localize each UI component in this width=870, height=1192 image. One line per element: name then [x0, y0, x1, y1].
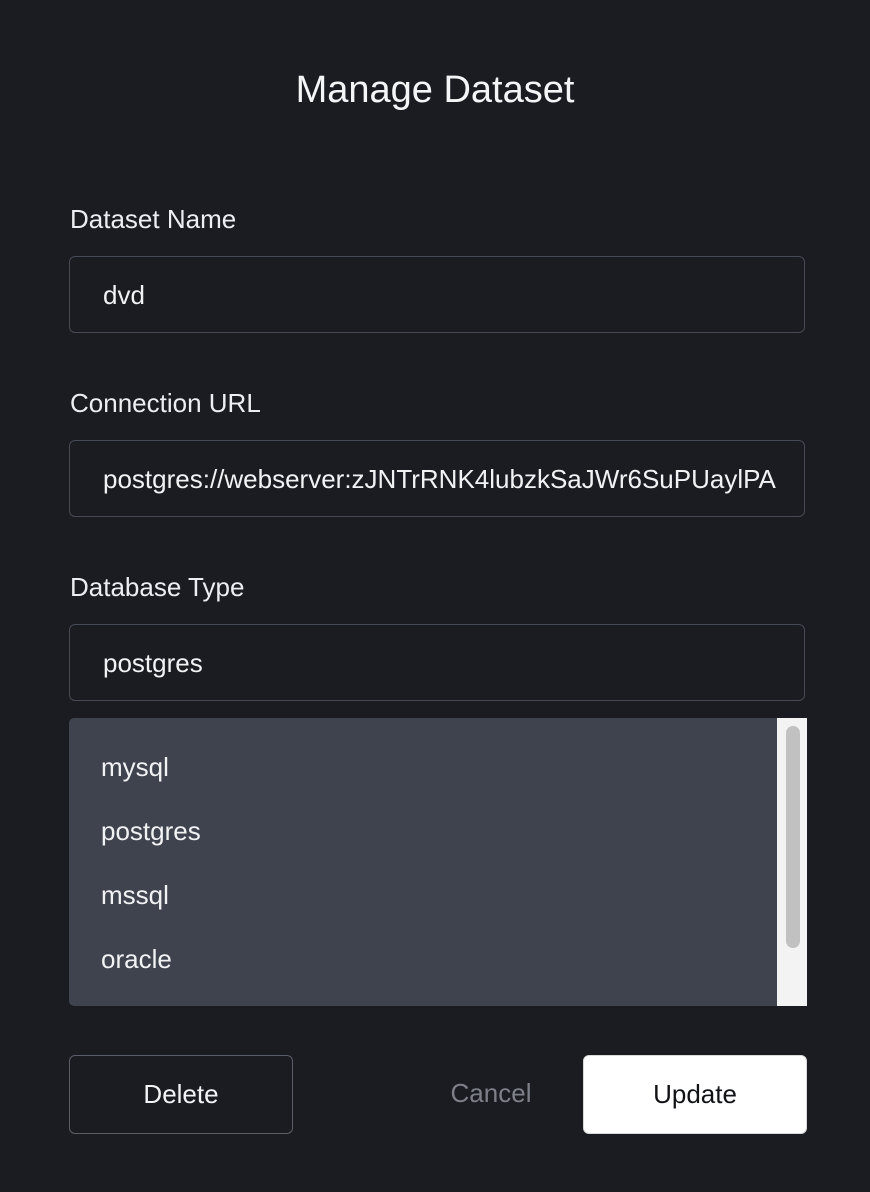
option-oracle[interactable]: oracle — [101, 943, 172, 975]
dataset-name-value: dvd — [103, 280, 145, 310]
connection-url-value: postgres://webserver:zJNTrRNK4lubzkSaJWr… — [103, 464, 776, 494]
option-postgres[interactable]: postgres — [101, 815, 201, 847]
option-mysql[interactable]: mysql — [101, 751, 169, 783]
dataset-name-label: Dataset Name — [70, 204, 237, 234]
dialog-title: Manage Dataset — [295, 69, 575, 111]
delete-button[interactable]: Delete — [69, 1055, 293, 1134]
database-type-select[interactable]: postgres — [69, 624, 805, 701]
connection-url-input[interactable]: postgres://webserver:zJNTrRNK4lubzkSaJWr… — [69, 440, 805, 517]
update-button[interactable]: Update — [583, 1055, 807, 1134]
connection-url-label: Connection URL — [70, 388, 261, 418]
database-type-value: postgres — [103, 648, 203, 678]
scrollbar-thumb[interactable] — [786, 726, 800, 948]
manage-dataset-dialog: Manage Dataset Dataset Name dvd Connecti… — [0, 0, 870, 1192]
database-type-options: mysql postgres mssql oracle — [69, 718, 807, 1006]
dataset-name-input[interactable]: dvd — [69, 256, 805, 333]
option-mssql[interactable]: mssql — [101, 879, 169, 911]
cancel-button[interactable]: Cancel — [420, 1055, 562, 1134]
database-type-label: Database Type — [70, 572, 245, 602]
dropdown-scrollbar[interactable] — [777, 718, 807, 1006]
